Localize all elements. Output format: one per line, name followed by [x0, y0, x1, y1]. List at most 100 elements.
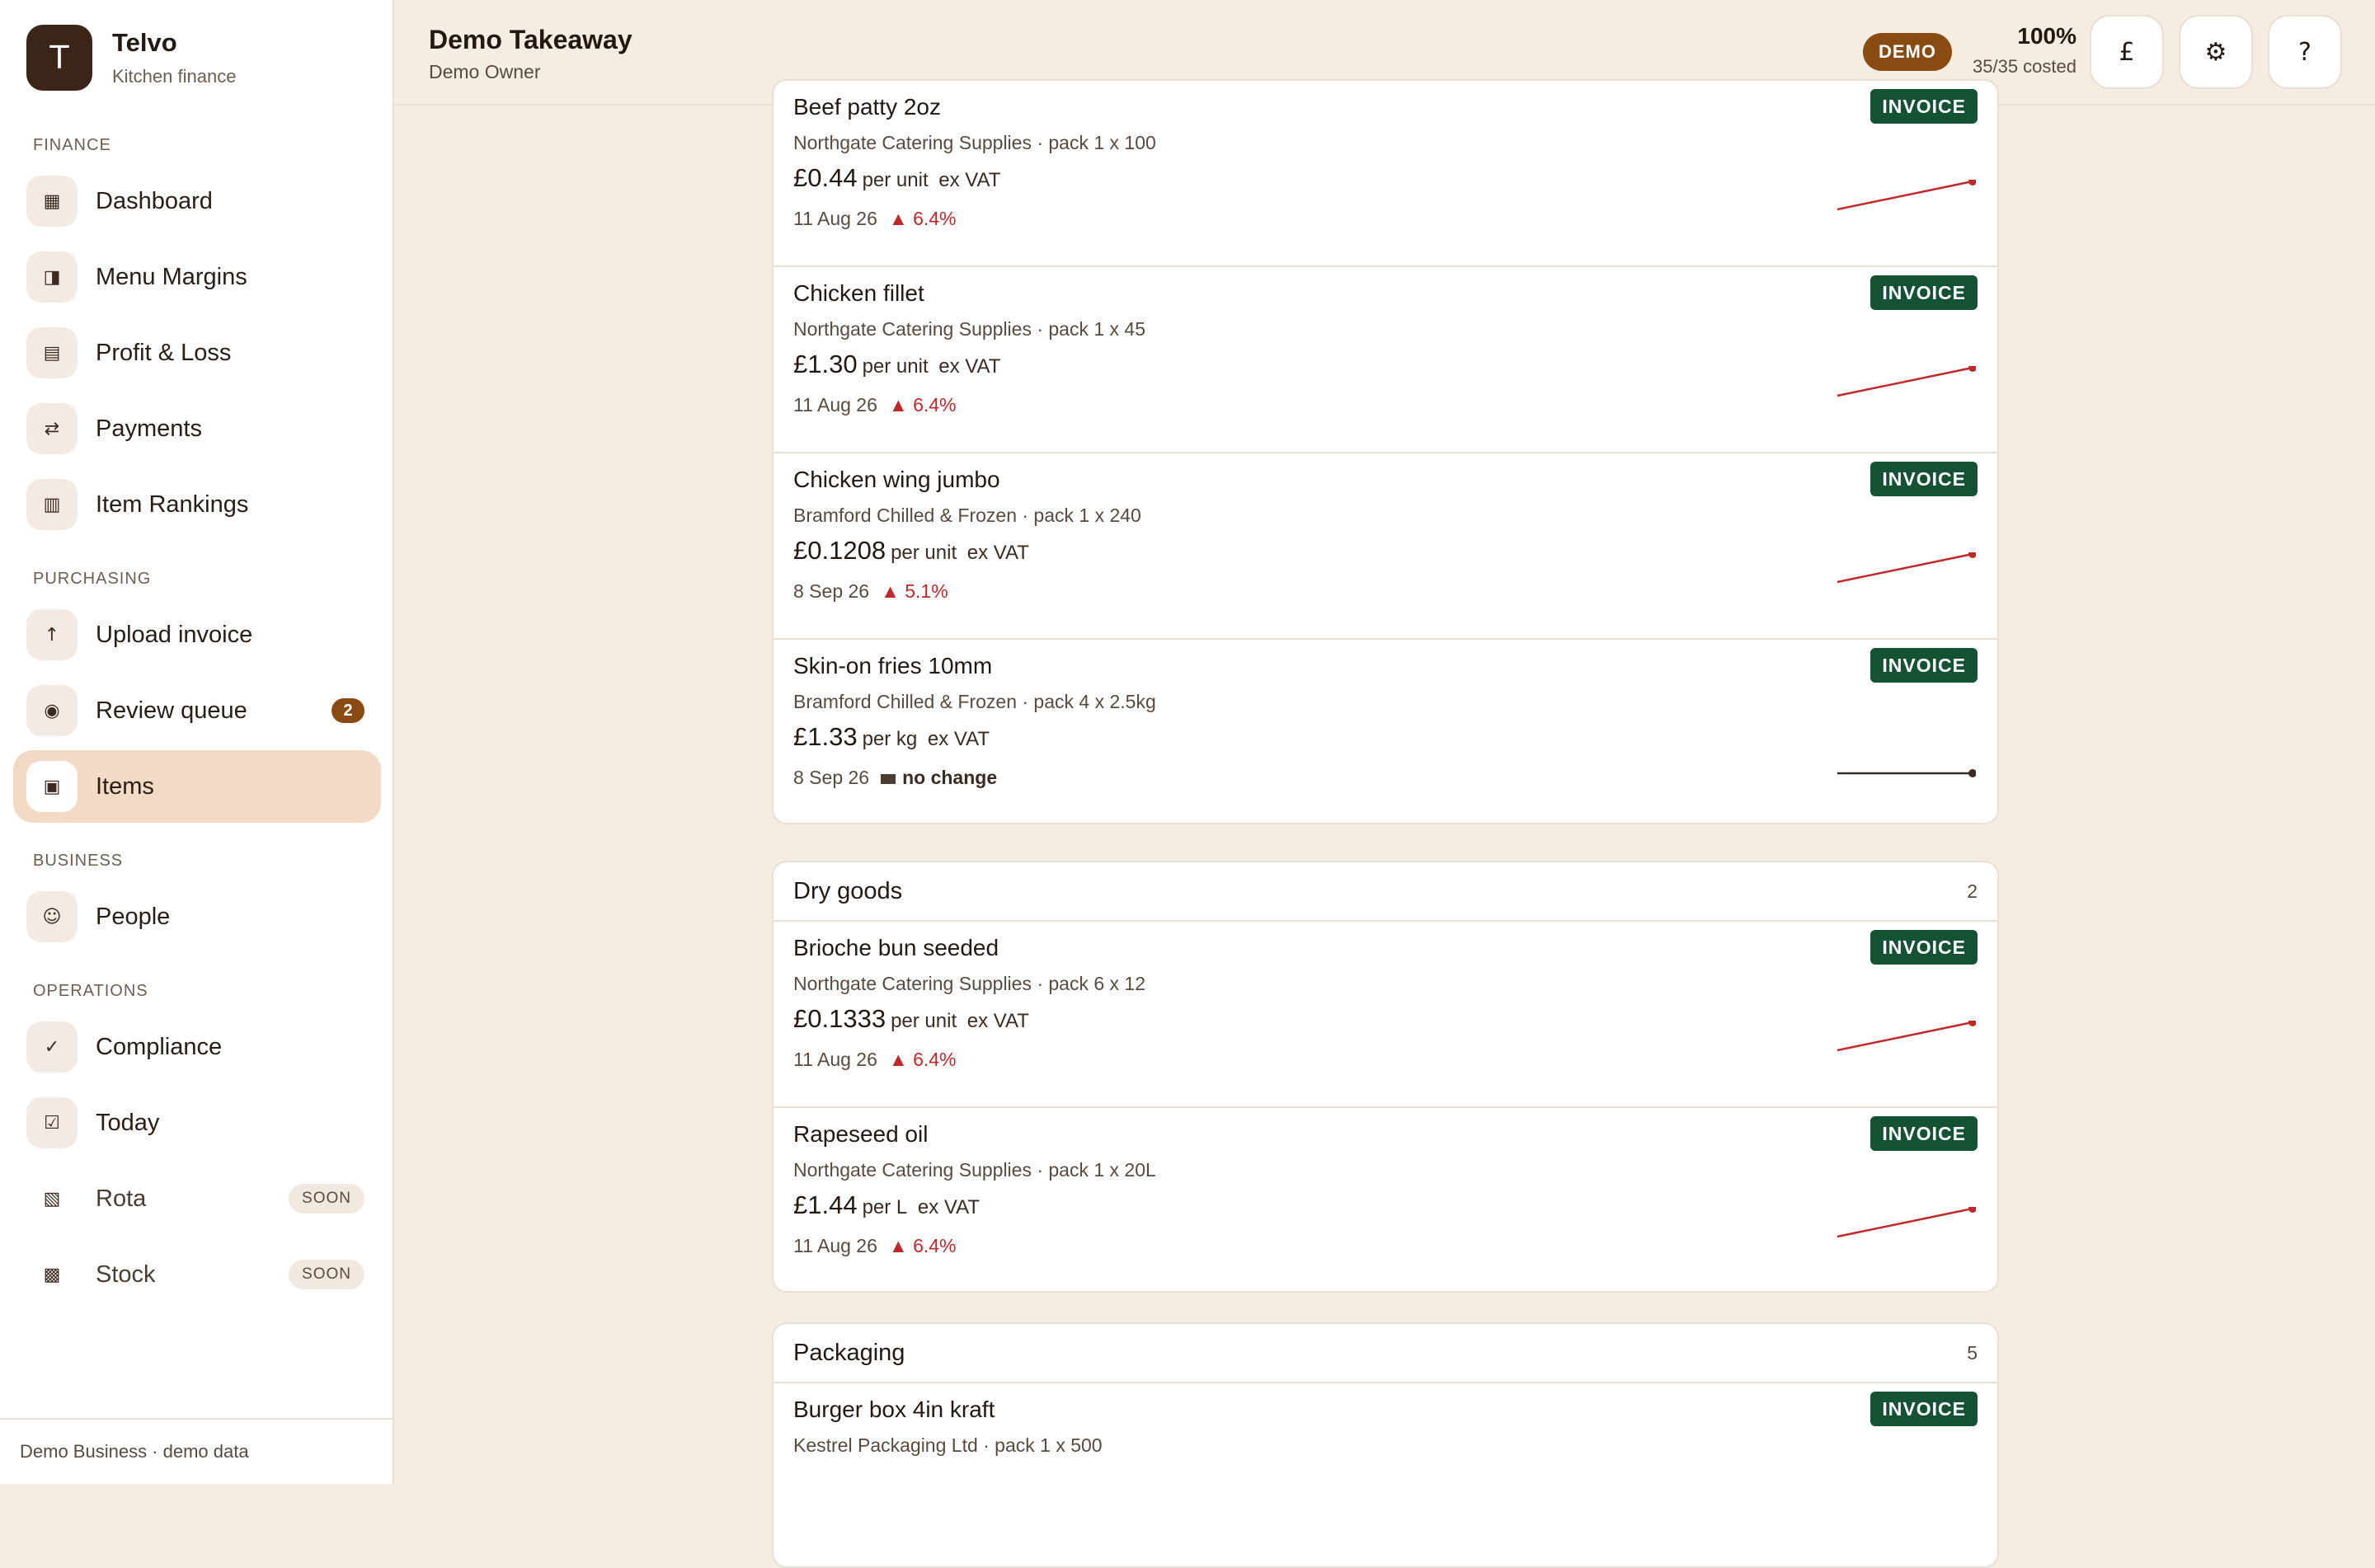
price-vat: ex VAT: [938, 169, 1001, 191]
triangle-up-icon: ▲: [888, 1049, 908, 1070]
dashboard-icon: ▦: [26, 176, 78, 227]
sidebar-item-dashboard[interactable]: ▦ Dashboard: [13, 165, 381, 237]
price-change-up: ▲ 6.4%: [889, 1235, 957, 1256]
costed-status: 100% 35/35 costed: [1973, 23, 2076, 77]
sidebar-item-today[interactable]: ☑ Today: [13, 1087, 381, 1159]
price-value: £0.1333: [793, 1004, 887, 1033]
sidebar-item-label: Today: [96, 1109, 160, 1136]
sidebar-item-compliance[interactable]: ✓ Compliance: [13, 1011, 381, 1083]
price-unit: per unit: [862, 169, 929, 191]
costed-percent: 100%: [2017, 23, 2076, 49]
sidebar-item-people[interactable]: ☺ People: [13, 880, 381, 953]
sparkline-latest-point: [1968, 1021, 1976, 1026]
sidebar-item-label: Stock: [96, 1261, 156, 1288]
settings-button[interactable]: ⚙: [2179, 15, 2253, 89]
help-icon: ?: [2298, 37, 2312, 67]
item-name: Brioche bun seeded: [793, 935, 999, 960]
group-header[interactable]: Dry goods 2: [774, 862, 1997, 922]
sidebar-footer: Demo Business · demo data: [0, 1418, 393, 1484]
sidebar-item-item-rankings[interactable]: ▥ Item Rankings: [13, 468, 381, 541]
item-supplier: Kestrel Packaging Ltd · pack 1 x 500: [793, 1434, 1103, 1456]
item-row[interactable]: Chicken wing jumbo Bramford Chilled & Fro…: [774, 453, 1997, 640]
brand-subtitle: Kitchen finance: [112, 66, 237, 87]
item-price: £0.44 per unit ex VAT: [793, 163, 1000, 193]
invoice-tag: INVOICE: [1870, 1116, 1978, 1151]
item-row[interactable]: Brioche bun seeded Northgate Catering Sup…: [774, 922, 1997, 1108]
price-unit: per unit: [891, 542, 957, 564]
triangle-up-icon: ▲: [888, 208, 908, 229]
item-row[interactable]: Rapeseed oil Northgate Catering Supplies …: [774, 1108, 1997, 1291]
sparkline-line: [1837, 366, 1973, 397]
sparkline-line: [1837, 180, 1973, 211]
triangle-up-icon: ▲: [881, 580, 900, 602]
item-price: £1.44 per L ex VAT: [793, 1190, 980, 1220]
brand-logo: T: [26, 25, 92, 91]
checkbox-icon: ☑: [26, 1097, 78, 1148]
brand[interactable]: T Telvo Kitchen finance: [26, 25, 236, 91]
price-unit: per unit: [862, 355, 929, 378]
price-change-up: ▲ 6.4%: [889, 1049, 957, 1070]
currency-button[interactable]: £: [2090, 15, 2164, 89]
item-date: 11 Aug 26 ▲ 6.4%: [793, 1049, 957, 1071]
sidebar-item-items[interactable]: ▣ Items: [13, 750, 381, 823]
transfer-icon: ⇄: [26, 403, 78, 454]
date-value: 11 Aug 26: [793, 208, 877, 229]
demo-badge: DEMO: [1863, 33, 1952, 71]
item-date: 8 Sep 26 no change: [793, 767, 997, 789]
date-value: 8 Sep 26: [793, 767, 870, 788]
sparkline-line: [1837, 1207, 1973, 1238]
change-value: 6.4%: [913, 208, 957, 229]
change-value: 5.1%: [905, 580, 948, 602]
item-price: £0.1333 per unit ex VAT: [793, 1004, 1029, 1034]
flat-indicator-icon: [881, 773, 896, 784]
people-icon: ☺: [26, 891, 78, 942]
item-name: Rapeseed oil: [793, 1121, 929, 1147]
sparkline-line: [1837, 1021, 1973, 1052]
item-row[interactable]: Skin-on fries 10mm Bramford Chilled & Fro…: [774, 640, 1997, 823]
group-count: 2: [1967, 880, 1978, 902]
item-row[interactable]: Chicken fillet Northgate Catering Supplie…: [774, 267, 1997, 453]
item-date: 8 Sep 26 ▲ 5.1%: [793, 580, 948, 603]
sparkline-latest-point: [1968, 366, 1976, 372]
sidebar-item-review-queue[interactable]: ◉ Review queue 2: [13, 674, 381, 747]
price-vat: ex VAT: [966, 542, 1029, 564]
section-label-business: BUSINESS: [33, 852, 124, 870]
price-change-up: ▲ 6.4%: [889, 394, 957, 415]
item-supplier: Northgate Catering Supplies · pack 6 x 1…: [793, 973, 1146, 994]
sparkline-latest-point: [1968, 1207, 1976, 1213]
costed-count: 35/35 costed: [1973, 56, 2076, 77]
invoice-tag: INVOICE: [1870, 930, 1978, 965]
help-button[interactable]: ?: [2268, 15, 2342, 89]
stock-icon: ▩: [43, 1264, 61, 1285]
item-row[interactable]: Beef patty 2oz Northgate Catering Supplie…: [774, 81, 1997, 267]
item-row[interactable]: Burger box 4in kraft Kestrel Packaging Lt…: [774, 1383, 1997, 1566]
triangle-up-icon: ▲: [888, 394, 908, 415]
sidebar-item-rota: ▧ Rota SOON: [13, 1162, 381, 1235]
brand-name: Telvo: [112, 28, 177, 57]
item-supplier: Northgate Catering Supplies · pack 1 x 2…: [793, 1159, 1156, 1181]
sparkline-latest-point: [1968, 552, 1976, 558]
sidebar-item-payments[interactable]: ⇄ Payments: [13, 392, 381, 465]
sidebar-item-label: Items: [96, 772, 154, 800]
review-count-badge: 2: [332, 698, 364, 723]
item-group-card: Beef patty 2oz Northgate Catering Supplie…: [772, 79, 1999, 824]
price-unit: per L: [862, 1196, 908, 1218]
group-title: Packaging: [793, 1339, 905, 1366]
item-price: £1.33 per kg ex VAT: [793, 722, 990, 752]
change-value: 6.4%: [913, 1235, 957, 1256]
section-label-operations: OPERATIONS: [33, 982, 148, 1000]
item-supplier: Bramford Chilled & Frozen · pack 1 x 240: [793, 505, 1141, 526]
sidebar-item-menu-margins[interactable]: ◨ Menu Margins: [13, 241, 381, 313]
sidebar-item-label: Review queue: [96, 697, 247, 724]
sidebar-item-upload-invoice[interactable]: ↑ Upload invoice: [13, 599, 381, 671]
group-title: Dry goods: [793, 877, 903, 904]
price-sparkline: [1837, 769, 1976, 777]
triangle-up-icon: ▲: [888, 1235, 908, 1256]
rankings-icon: ▥: [26, 479, 78, 530]
sidebar-item-profit-loss[interactable]: ▤ Profit & Loss: [13, 317, 381, 389]
group-header[interactable]: Packaging 5: [774, 1324, 1997, 1383]
price-sparkline: [1837, 1207, 1976, 1238]
price-value: £1.30: [793, 350, 858, 378]
price-vat: ex VAT: [966, 1010, 1029, 1032]
price-unit: per kg: [862, 728, 918, 750]
